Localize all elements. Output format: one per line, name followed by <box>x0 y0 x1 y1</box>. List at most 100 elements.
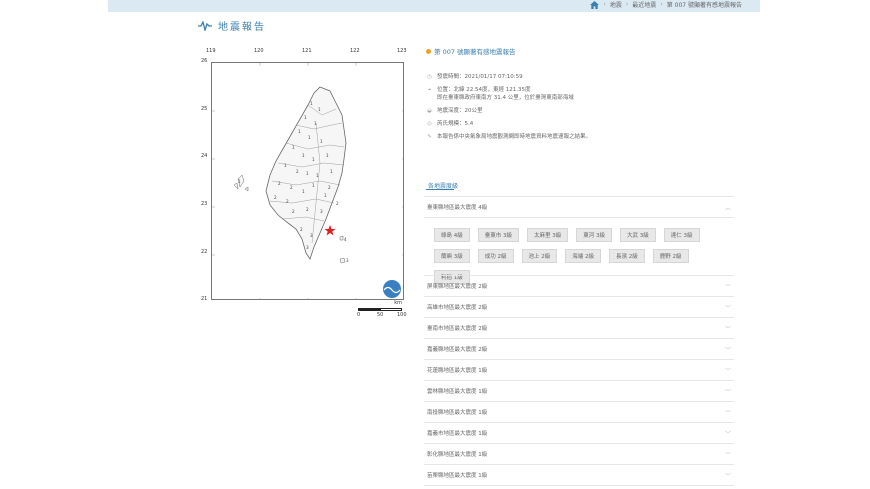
svg-text:2: 2 <box>274 195 277 200</box>
svg-text:1: 1 <box>308 135 311 140</box>
taiwan-map: 1111 1111 1111 2 1 11 2211 2212 2 2 32 332 1… <box>212 63 403 299</box>
accordion-header[interactable]: 彰化縣地區最大震度 1級 ﹀ <box>424 444 734 465</box>
chevron-down-icon: ﹀ <box>724 388 731 396</box>
svg-text:1: 1 <box>292 145 295 150</box>
svg-text:2: 2 <box>336 201 339 206</box>
accordion-header[interactable]: 嘉義市地區最大震度 1級 ﹀ <box>424 423 734 444</box>
station-chip: 成功 2級 <box>477 249 514 263</box>
location-row: ⌖ 位置：北緯 22.54度，東經 121.35度 即在臺東縣政府東南方 31.… <box>426 86 736 102</box>
svg-text:2: 2 <box>306 207 309 212</box>
scale-unit: km <box>394 300 402 306</box>
accordion-header[interactable]: 嘉義縣地區最大震度 2級 ﹀ <box>424 339 734 360</box>
lat-tick: 22 <box>201 249 208 255</box>
origin-time-row: ◷ 發震時間：2021/01/17 07:10:59 <box>426 73 736 81</box>
depth: 地震深度：20公里 <box>437 108 483 114</box>
chevron-up-icon: ︿ <box>724 204 731 212</box>
origin-time: 發震時間：2021/01/17 07:10:59 <box>437 74 523 80</box>
lon-tick: 120 <box>254 48 264 54</box>
breadcrumb-item-current: 第 007 號顯著有感地震報告 <box>666 2 742 9</box>
scale-label: 50 <box>377 312 384 318</box>
lon-tick: 119 <box>206 48 216 54</box>
lat-tick: 23 <box>201 201 208 207</box>
svg-text:2: 2 <box>292 209 295 214</box>
svg-text:1: 1 <box>318 107 321 112</box>
svg-text:3: 3 <box>306 245 309 250</box>
accordion-header[interactable]: 臺南市地區最大震度 2級 ﹀ <box>424 318 734 339</box>
accordion-expanded: 臺東縣地區最大震度 4級 ︿ <box>424 196 734 218</box>
svg-text:1: 1 <box>330 169 333 174</box>
chevron-down-icon: ﹀ <box>724 346 731 354</box>
note-row: ✎ 本報告係中央氣象局地震觀測網即時地震資料地震速報之結果。 <box>426 133 736 141</box>
accordion-header[interactable]: 雲林縣地區最大震度 1級 ﹀ <box>424 381 734 402</box>
chevron-down-icon: ﹀ <box>724 367 731 375</box>
accordion-header[interactable]: 高雄市地區最大震度 2級 ﹀ <box>424 297 734 318</box>
svg-text:4: 4 <box>344 237 347 242</box>
page-title: 地震報告 <box>198 18 266 33</box>
chevron-down-icon: ﹀ <box>724 325 731 333</box>
accordion-label: 苗栗縣地區最大震度 1級 <box>427 473 488 479</box>
chevron-down-icon: ﹀ <box>724 304 731 312</box>
station-chip: 大武 3級 <box>620 228 656 242</box>
station-chip: 臺東市 3級 <box>477 228 519 242</box>
chevron-down-icon: ﹀ <box>724 283 731 291</box>
epicenter-star <box>324 225 336 236</box>
breadcrumb-separator: › <box>625 1 629 8</box>
accordion-header[interactable]: 屏東縣地區最大震度 2級 ﹀ <box>424 276 734 297</box>
station-chip: 綠島 4級 <box>434 228 470 242</box>
breadcrumb-item[interactable]: 地震 <box>610 0 622 9</box>
cwb-logo <box>383 280 401 298</box>
accordion-label: 南投縣地區最大震度 1級 <box>427 410 488 416</box>
home-icon[interactable] <box>590 0 600 9</box>
station-chip: 達仁 3級 <box>663 228 700 242</box>
accordion-list: 屏東縣地區最大震度 2級 ﹀ 高雄市地區最大震度 2級 ﹀ 臺南市地區最大震度 2級… <box>424 275 734 486</box>
station-chip: 長濱 2級 <box>609 249 645 263</box>
accordion-label: 花蓮縣地區最大震度 1級 <box>427 368 488 374</box>
accordion-label: 屏東縣地區最大震度 2級 <box>427 284 488 290</box>
accordion-header[interactable]: 南投縣地區最大震度 1級 ﹀ <box>424 402 734 423</box>
orchid-island <box>339 257 346 264</box>
bullet-icon <box>426 48 431 54</box>
accordion-header[interactable]: 苗栗縣地區最大震度 1級 ﹀ <box>424 465 734 486</box>
svg-text:1: 1 <box>306 171 309 176</box>
report-note: 本報告係中央氣象局地震觀測網即時地震資料地震速報之結果。 <box>437 134 592 140</box>
accordion-label: 嘉義縣地區最大震度 2級 <box>427 347 488 353</box>
chevron-down-icon: ﹀ <box>724 409 731 417</box>
svg-text:1: 1 <box>302 153 305 158</box>
seismograph-icon <box>198 20 212 31</box>
report-title: 第 007 號顯著有感地震報告 <box>426 46 736 56</box>
green-island <box>339 235 344 241</box>
accordion-label: 嘉義市地區最大震度 1級 <box>427 431 488 437</box>
lat-tick: 26 <box>201 58 208 64</box>
svg-text:3: 3 <box>320 209 323 214</box>
accordion-label: 臺東縣地區最大震度 4級 <box>427 205 488 211</box>
section-underline <box>426 189 454 190</box>
breadcrumb-item[interactable]: 最近地震 <box>632 0 656 9</box>
svg-text:2: 2 <box>286 199 289 204</box>
station-chip: 東河 3級 <box>576 228 612 242</box>
svg-text:2: 2 <box>278 181 281 186</box>
svg-text:1: 1 <box>320 139 323 144</box>
station-chip: 海端 2級 <box>565 249 601 263</box>
clock-icon: ◷ <box>427 74 432 80</box>
svg-text:1: 1 <box>304 115 307 120</box>
map-scale: km 0 50 100 <box>357 300 407 320</box>
earthquake-map: 119 120 121 122 123 26 25 24 23 22 21 1 … <box>201 48 412 326</box>
svg-text:3: 3 <box>346 258 349 263</box>
svg-text:1: 1 <box>312 183 315 188</box>
breadcrumb-separator: › <box>660 1 663 8</box>
chevron-down-icon: ﹀ <box>724 430 731 438</box>
svg-text:1: 1 <box>324 193 327 198</box>
station-chip: 鹿野 2級 <box>652 249 689 263</box>
svg-text:2: 2 <box>328 185 331 190</box>
accordion-header[interactable]: 花蓮縣地區最大震度 1級 ﹀ <box>424 360 734 381</box>
location-desc: 即在臺東縣政府東南方 31.4 公里，位於臺灣東南部海域 <box>437 95 574 101</box>
station-chip: 池上 2級 <box>521 249 558 263</box>
magnitude-row: ◎ 芮氏規模：5.4 <box>426 120 736 128</box>
breadcrumb-separator: › <box>603 1 606 8</box>
lon-tick: 122 <box>350 48 360 54</box>
depth-icon: ◒ <box>427 108 432 114</box>
accordion-header-taitung[interactable]: 臺東縣地區最大震度 4級 ︿ <box>424 197 734 218</box>
station-chip: 蘭嶼 3級 <box>434 249 470 263</box>
report-info: 第 007 號顯著有感地震報告 ◷ 發震時間：2021/01/17 07:10:… <box>426 46 736 146</box>
svg-text:1: 1 <box>310 101 313 106</box>
